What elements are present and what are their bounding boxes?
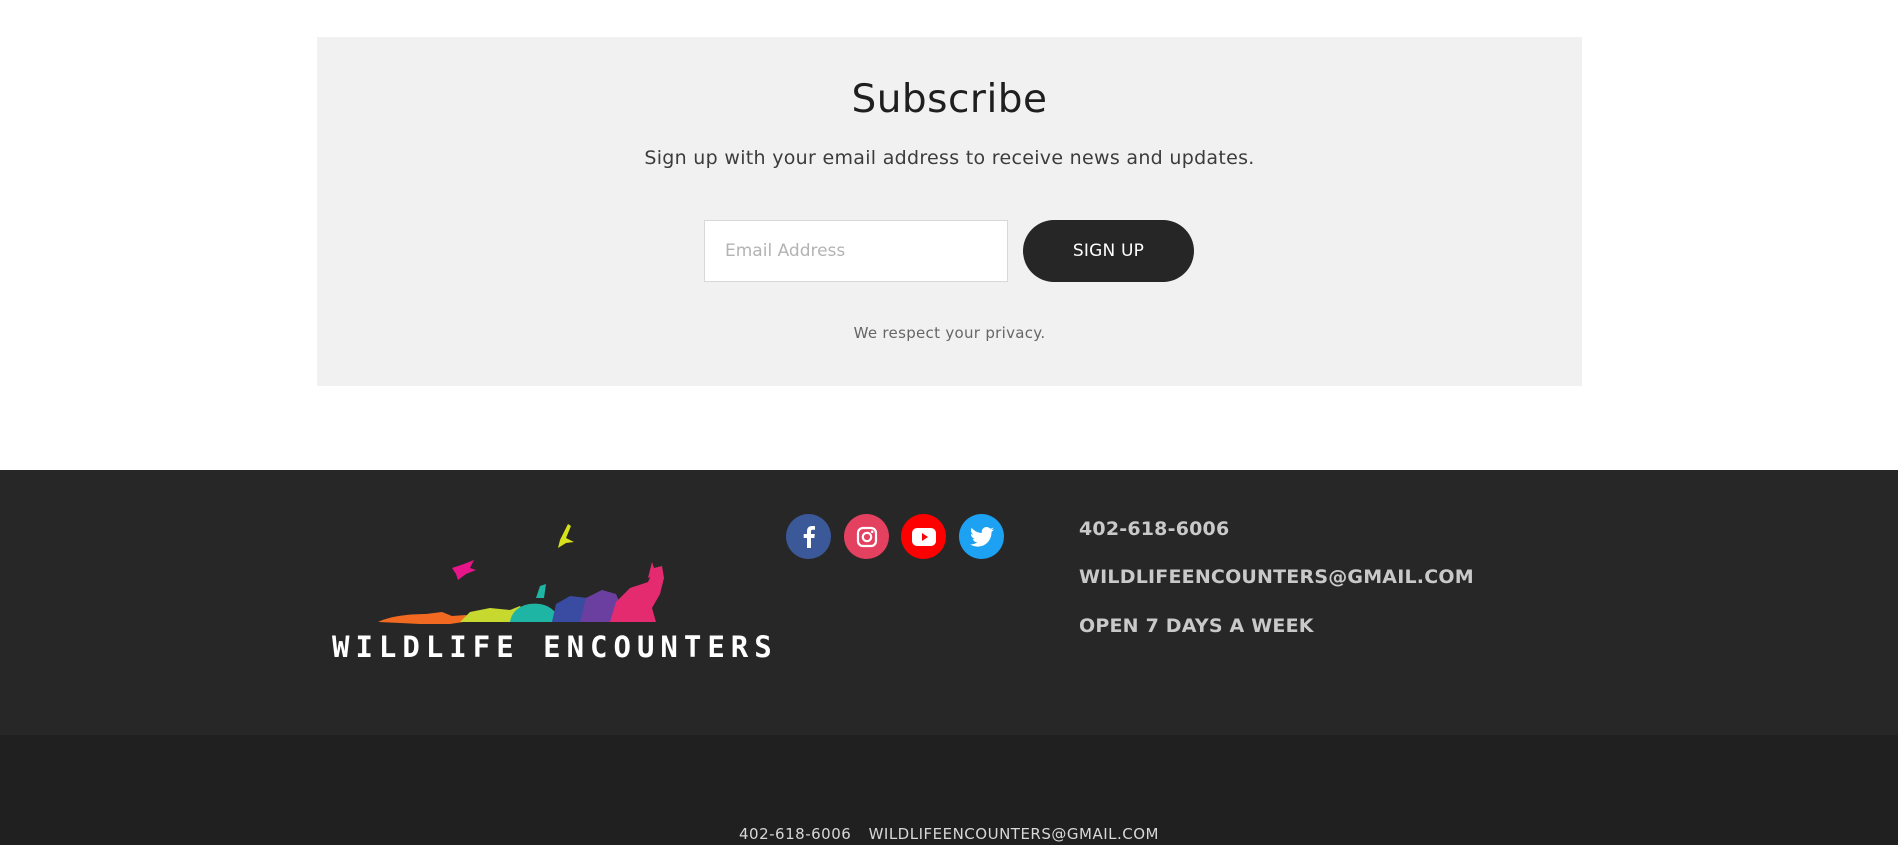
privacy-note: We respect your privacy. xyxy=(853,324,1046,342)
facebook-icon xyxy=(803,525,815,548)
footer-bottom-contact: 402-618-6006 WILDLIFEENCOUNTERS@GMAIL.CO… xyxy=(0,825,1898,843)
youtube-icon xyxy=(911,527,936,546)
subscribe-title: Subscribe xyxy=(851,77,1048,122)
contact-phone-link[interactable]: 402-618-6006 xyxy=(1079,518,1229,540)
instagram-icon xyxy=(856,526,877,547)
twitter-icon xyxy=(969,526,994,547)
subscribe-section: Subscribe Sign up with your email addres… xyxy=(317,37,1582,386)
instagram-link[interactable] xyxy=(844,514,889,559)
logo-text: WILDLIFE ENCOUNTERS xyxy=(332,630,778,664)
contact-hours: OPEN 7 DAYS A WEEK xyxy=(1079,615,1314,637)
twitter-link[interactable] xyxy=(959,514,1004,559)
footer: WILDLIFE ENCOUNTERS 402-618-6006 WILDLIF… xyxy=(0,470,1898,735)
wildlife-encounters-logo[interactable]: WILDLIFE ENCOUNTERS xyxy=(330,518,778,668)
subscribe-form: SIGN UP xyxy=(317,220,1582,282)
facebook-link[interactable] xyxy=(786,514,831,559)
sign-up-button[interactable]: SIGN UP xyxy=(1023,220,1194,282)
bottom-email-link[interactable]: WILDLIFEENCOUNTERS@GMAIL.COM xyxy=(869,825,1159,843)
footer-bottom-bar: 402-618-6006 WILDLIFEENCOUNTERS@GMAIL.CO… xyxy=(0,735,1898,845)
email-field[interactable] xyxy=(704,220,1008,282)
animal-silhouettes-icon xyxy=(378,524,664,624)
youtube-link[interactable] xyxy=(901,514,946,559)
contact-email-link[interactable]: WILDLIFEENCOUNTERS@GMAIL.COM xyxy=(1079,566,1474,588)
page: Subscribe Sign up with your email addres… xyxy=(0,0,1901,845)
bottom-phone-link[interactable]: 402-618-6006 xyxy=(739,825,851,843)
subscribe-description: Sign up with your email address to recei… xyxy=(644,147,1255,169)
